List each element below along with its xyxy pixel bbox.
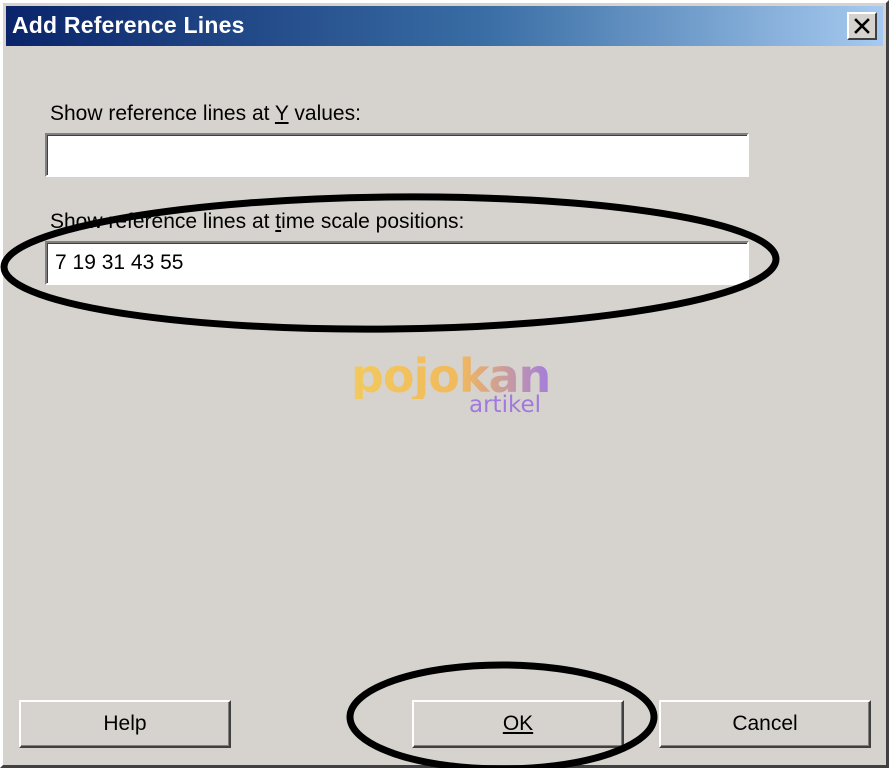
time-scale-label: Show reference lines at time scale posit… [50, 210, 465, 233]
window-title: Add Reference Lines [12, 12, 245, 38]
y-values-input[interactable] [45, 133, 749, 177]
add-reference-lines-dialog: Add Reference Lines Show reference lines… [0, 0, 889, 768]
cancel-button-label: Cancel [732, 712, 798, 735]
watermark-logo: pojokan artikel [351, 353, 551, 423]
help-button-label: Help [103, 712, 147, 735]
watermark-sub-text: artikel [469, 392, 541, 418]
y-values-label: Show reference lines at Y values: [50, 102, 361, 125]
ok-button-label: OK [502, 712, 534, 735]
ok-button[interactable]: OK [412, 700, 624, 748]
title-bar[interactable]: Add Reference Lines [6, 6, 883, 46]
close-icon [854, 18, 870, 34]
help-button[interactable]: Help [19, 700, 231, 748]
cancel-button[interactable]: Cancel [659, 700, 871, 748]
time-scale-positions-input[interactable] [45, 241, 749, 285]
close-button[interactable] [847, 12, 877, 40]
